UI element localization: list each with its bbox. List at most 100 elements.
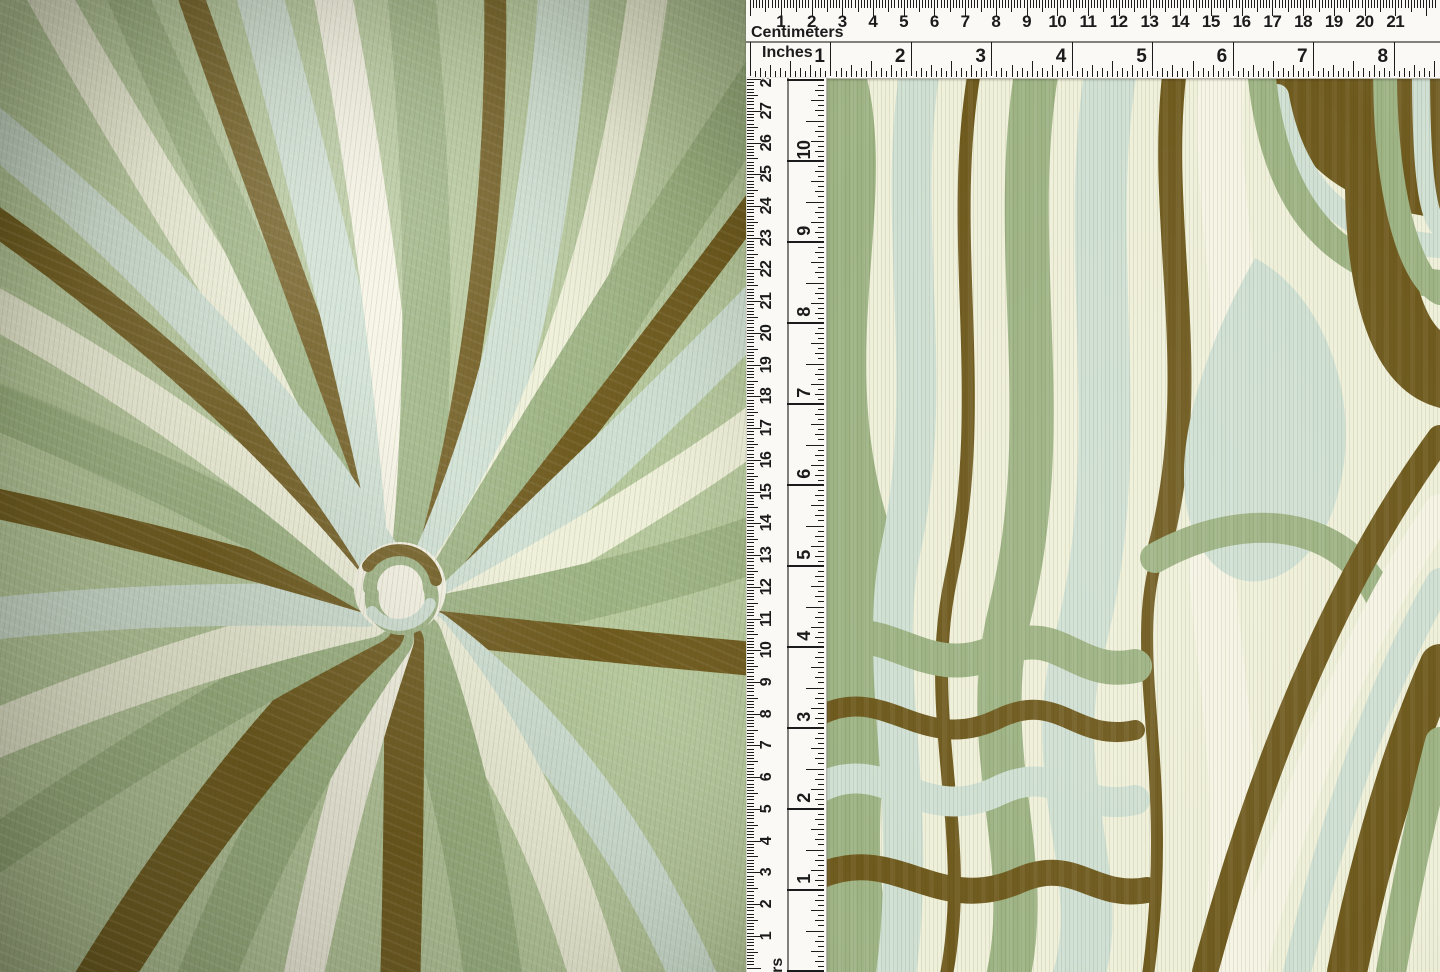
ruler-tick bbox=[999, 0, 1000, 8]
ruler-tick bbox=[971, 65, 972, 78]
ruler-tick bbox=[818, 277, 824, 278]
ruler-tick bbox=[818, 227, 824, 228]
ruler-tick bbox=[747, 501, 754, 502]
ruler-tick bbox=[1386, 0, 1387, 8]
ruler-tick bbox=[1077, 71, 1078, 77]
ruler-tick bbox=[1157, 71, 1158, 77]
ruler-tick bbox=[1248, 71, 1249, 77]
ruler-tick bbox=[747, 571, 758, 572]
ruler-tick bbox=[959, 0, 960, 8]
ruler-tick bbox=[1297, 0, 1298, 8]
ruler-tick bbox=[815, 252, 825, 253]
ruler-tick bbox=[1091, 0, 1092, 8]
ruler-tick bbox=[818, 95, 824, 96]
ruler-tick bbox=[1429, 71, 1430, 77]
ruler-tick bbox=[907, 0, 908, 8]
ruler-tick bbox=[747, 89, 754, 90]
ruler-tick bbox=[747, 546, 754, 547]
ruler-tick bbox=[1072, 42, 1073, 76]
ruler-tick bbox=[818, 905, 824, 906]
ruler-tick bbox=[870, 0, 871, 8]
ruler-tick bbox=[747, 181, 754, 182]
ruler-tick bbox=[1323, 68, 1324, 77]
ruler-tick bbox=[901, 0, 902, 8]
ruler-tick bbox=[818, 834, 824, 835]
ruler-tick bbox=[1275, 0, 1276, 8]
ruler-tick bbox=[747, 815, 754, 816]
ruler-tick bbox=[811, 951, 824, 952]
ruler-tick bbox=[858, 0, 859, 12]
ruler-tick bbox=[1062, 68, 1063, 77]
ruler-tick bbox=[1279, 0, 1280, 8]
ruler-tick bbox=[747, 485, 754, 486]
ruler-tick bbox=[747, 476, 758, 477]
ruler-tick bbox=[1273, 61, 1274, 78]
ruler-tick bbox=[818, 237, 824, 238]
ruler-tick bbox=[747, 847, 754, 848]
ruler-tick bbox=[1254, 0, 1255, 8]
ruler-tick bbox=[747, 834, 754, 835]
ruler-tick bbox=[851, 65, 852, 78]
ruler-tick bbox=[818, 642, 824, 643]
ruler-tick bbox=[1343, 0, 1344, 8]
ruler-tick bbox=[747, 530, 754, 531]
ruler-tick bbox=[1110, 0, 1111, 8]
ruler-tick bbox=[818, 379, 824, 380]
ruler-tick bbox=[977, 0, 978, 8]
ruler-tick bbox=[919, 0, 920, 12]
ruler-tick bbox=[747, 917, 754, 918]
ruler-tick bbox=[747, 124, 754, 125]
ruler-tick bbox=[815, 90, 825, 91]
ruler-tick bbox=[806, 526, 824, 527]
ruler-tick bbox=[891, 0, 892, 8]
ruler-tick bbox=[747, 968, 761, 969]
ruler-number: 8 bbox=[983, 13, 1009, 31]
ruler-tick bbox=[818, 288, 824, 289]
ruler-tick bbox=[818, 196, 824, 197]
ruler-tick bbox=[747, 434, 754, 435]
ruler-tick bbox=[747, 628, 754, 629]
ruler-tick bbox=[1409, 71, 1410, 77]
ruler-tick bbox=[815, 738, 825, 739]
ruler-tick bbox=[750, 42, 751, 76]
ruler-tick bbox=[1223, 68, 1224, 77]
ruler-tick bbox=[1205, 0, 1206, 8]
ruler-tick bbox=[747, 187, 754, 188]
ruler-tick bbox=[961, 68, 962, 77]
ruler-number: 12 bbox=[1106, 13, 1132, 31]
ruler-tick bbox=[815, 941, 825, 942]
ruler-tick bbox=[974, 0, 975, 8]
ruler-tick bbox=[1288, 0, 1289, 12]
ruler-tick bbox=[1401, 0, 1402, 8]
ruler-tick bbox=[747, 580, 754, 581]
ruler-tick bbox=[1131, 0, 1132, 8]
vertical-ruler-divider bbox=[787, 78, 789, 972]
ruler-tick bbox=[1165, 0, 1166, 12]
ruler-tick bbox=[806, 202, 824, 203]
ruler-tick bbox=[747, 247, 754, 248]
ruler-tick bbox=[1067, 0, 1068, 8]
ruler-tick bbox=[1424, 68, 1425, 77]
ruler-tick bbox=[811, 343, 824, 344]
ruler-tick bbox=[1423, 0, 1424, 8]
ruler-tick bbox=[815, 961, 825, 962]
ruler-tick bbox=[747, 241, 754, 242]
ruler-tick bbox=[996, 71, 997, 77]
ruler-tick bbox=[768, 0, 769, 8]
ruler-tick bbox=[1308, 71, 1309, 77]
ruler-number: 14 bbox=[758, 510, 776, 536]
ruler-tick bbox=[747, 292, 754, 293]
ruler-tick bbox=[1258, 71, 1259, 77]
vertical-ruler: Centimeters Inches 123456789101112131415… bbox=[746, 78, 827, 972]
ruler-tick bbox=[747, 323, 754, 324]
fabric-product-photo: Centimeters Inches 123456789101112131415… bbox=[0, 0, 1440, 972]
ruler-tick bbox=[747, 679, 754, 680]
ruler-tick bbox=[811, 829, 824, 830]
ruler-tick bbox=[1349, 0, 1350, 12]
ruler-number: 9 bbox=[795, 218, 813, 244]
ruler-tick bbox=[818, 581, 824, 582]
ruler-tick bbox=[815, 677, 825, 678]
ruler-tick bbox=[1383, 0, 1384, 8]
ruler-tick bbox=[818, 936, 824, 937]
ruler-tick bbox=[818, 672, 824, 673]
